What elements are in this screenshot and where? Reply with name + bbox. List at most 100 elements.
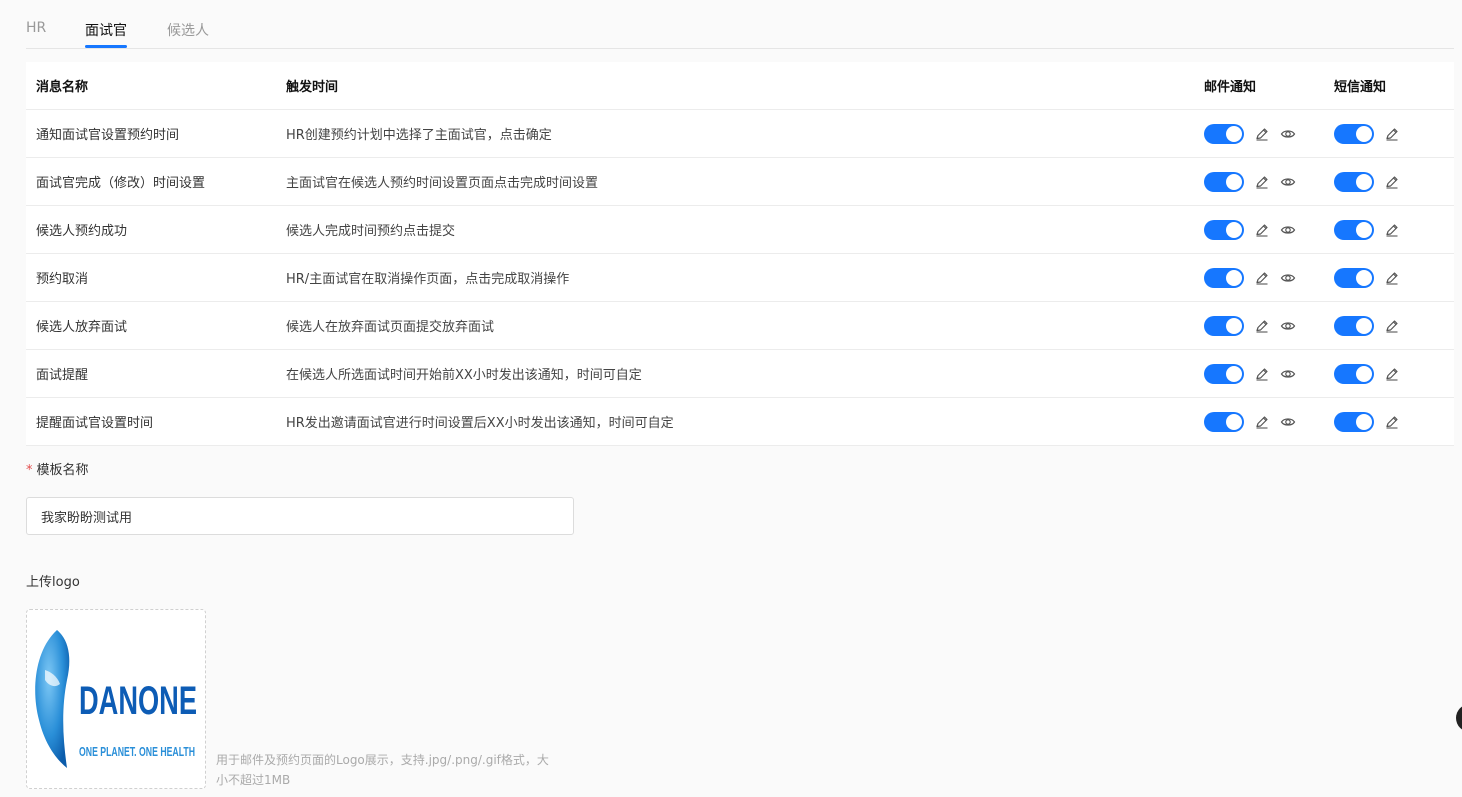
eye-icon[interactable] [1280,222,1296,238]
toggle-knob [1356,125,1372,142]
trigger-description: 主面试官在候选人预约时间设置页面点击完成时间设置 [276,157,1194,206]
column-header-sms: 短信通知 [1324,62,1454,110]
toggle-knob [1356,365,1372,382]
trigger-description: 候选人完成时间预约点击提交 [276,205,1194,254]
message-name: 候选人放弃面试 [26,301,276,350]
email-cell [1194,349,1324,398]
sms-toggle[interactable] [1334,123,1374,144]
email-toggle[interactable] [1204,123,1244,144]
email-cell [1194,253,1324,302]
edit-icon[interactable] [1384,174,1400,190]
message-name: 面试提醒 [26,349,276,398]
toggle-knob [1226,365,1242,382]
toggle-knob [1226,173,1242,190]
sms-cell [1324,109,1454,158]
table-row: 候选人预约成功 候选人完成时间预约点击提交 [26,205,1454,254]
edit-icon[interactable] [1254,414,1270,430]
toggle-knob [1226,317,1242,334]
column-header-email: 邮件通知 [1194,62,1324,110]
edit-icon[interactable] [1384,318,1400,334]
eye-icon[interactable] [1280,270,1296,286]
required-mark: * [26,463,33,478]
column-header-trigger: 触发时间 [276,62,1194,110]
toggle-knob [1356,269,1372,286]
logo-brand-text: DANONE [79,679,197,723]
toggle-knob [1226,125,1242,142]
toggle-knob [1226,413,1242,430]
message-name: 提醒面试官设置时间 [26,397,276,446]
table-header-row: 消息名称 触发时间 邮件通知 短信通知 [26,62,1454,110]
sms-toggle[interactable] [1334,267,1374,288]
trigger-description: HR创建预约计划中选择了主面试官，点击确定 [276,109,1194,158]
floating-action-button[interactable] [1456,704,1462,732]
sms-toggle[interactable] [1334,219,1374,240]
email-toggle[interactable] [1204,171,1244,192]
sms-cell [1324,205,1454,254]
edit-icon[interactable] [1254,174,1270,190]
message-name: 通知面试官设置预约时间 [26,109,276,158]
template-name-label-text: 模板名称 [36,463,89,478]
upload-logo-label: 上传logo [26,575,80,590]
eye-icon[interactable] [1280,126,1296,142]
message-name: 面试官完成（修改）时间设置 [26,157,276,206]
toggle-knob [1356,317,1372,334]
active-tab-indicator [85,45,127,48]
trigger-description: 在候选人所选面试时间开始前XX小时发出该通知，时间可自定 [276,349,1194,398]
trigger-description: HR/主面试官在取消操作页面，点击完成取消操作 [276,253,1194,302]
toggle-knob [1226,221,1242,238]
sms-toggle[interactable] [1334,363,1374,384]
toggle-knob [1356,413,1372,430]
eye-icon[interactable] [1280,318,1296,334]
eye-icon[interactable] [1280,366,1296,382]
tab-bar: HR 面试官 候选人 [26,0,1454,49]
eye-icon[interactable] [1280,414,1296,430]
table-row: 通知面试官设置预约时间 HR创建预约计划中选择了主面试官，点击确定 [26,109,1454,158]
edit-icon[interactable] [1384,366,1400,382]
eye-icon[interactable] [1280,174,1296,190]
edit-icon[interactable] [1384,222,1400,238]
toggle-knob [1226,269,1242,286]
sms-toggle[interactable] [1334,315,1374,336]
table-row: 提醒面试官设置时间 HR发出邀请面试官进行时间设置后XX小时发出该通知，时间可自定 [26,397,1454,446]
tab-candidate[interactable]: 候选人 [167,20,209,40]
email-cell [1194,397,1324,446]
edit-icon[interactable] [1254,318,1270,334]
email-cell [1194,205,1324,254]
edit-icon[interactable] [1384,126,1400,142]
notification-table: 消息名称 触发时间 邮件通知 短信通知 通知面试官设置预约时间 HR创建预约计划中… [26,62,1454,446]
table-row: 面试官完成（修改）时间设置 主面试官在候选人预约时间设置页面点击完成时间设置 [26,157,1454,206]
sms-cell [1324,301,1454,350]
email-toggle[interactable] [1204,363,1244,384]
sms-toggle[interactable] [1334,411,1374,432]
column-header-name: 消息名称 [26,62,276,110]
message-name: 候选人预约成功 [26,205,276,254]
table-row: 预约取消 HR/主面试官在取消操作页面，点击完成取消操作 [26,253,1454,302]
edit-icon[interactable] [1384,270,1400,286]
email-cell [1194,109,1324,158]
trigger-description: 候选人在放弃面试页面提交放弃面试 [276,301,1194,350]
email-toggle[interactable] [1204,267,1244,288]
toggle-knob [1356,221,1372,238]
email-toggle[interactable] [1204,219,1244,240]
sms-cell [1324,157,1454,206]
edit-icon[interactable] [1254,126,1270,142]
tab-hr[interactable]: HR [26,20,46,36]
sms-cell [1324,349,1454,398]
email-toggle[interactable] [1204,411,1244,432]
email-toggle[interactable] [1204,315,1244,336]
toggle-knob [1356,173,1372,190]
sms-toggle[interactable] [1334,171,1374,192]
edit-icon[interactable] [1254,366,1270,382]
template-name-input[interactable] [26,497,574,535]
edit-icon[interactable] [1384,414,1400,430]
edit-icon[interactable] [1254,270,1270,286]
tab-interviewer[interactable]: 面试官 [85,20,127,40]
email-cell [1194,301,1324,350]
logo-upload-area[interactable]: DANONE ONE PLANET. ONE HEALTH [26,609,206,789]
table-row: 候选人放弃面试 候选人在放弃面试页面提交放弃面试 [26,301,1454,350]
trigger-description: HR发出邀请面试官进行时间设置后XX小时发出该通知，时间可自定 [276,397,1194,446]
edit-icon[interactable] [1254,222,1270,238]
sms-cell [1324,253,1454,302]
logo-tagline-text: ONE PLANET. ONE HEALTH [79,744,195,759]
email-cell [1194,157,1324,206]
